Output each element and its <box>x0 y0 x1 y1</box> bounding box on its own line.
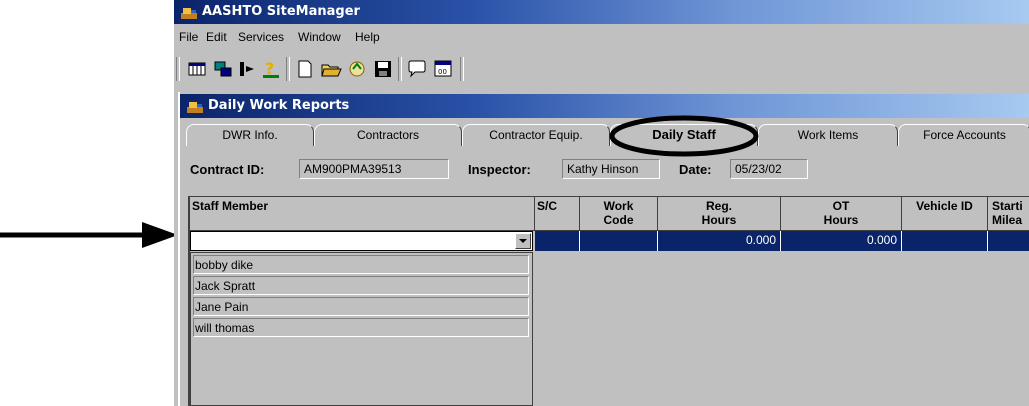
contract-id-label: Contract ID: <box>190 162 265 177</box>
network-icon[interactable] <box>212 58 234 80</box>
toolbar: ? 00 <box>174 52 1029 84</box>
new-document-icon[interactable] <box>294 58 316 80</box>
highlight-ellipse <box>609 115 759 157</box>
menu-services[interactable]: Services <box>238 30 284 44</box>
window-logo-icon <box>187 102 203 113</box>
date-field[interactable]: 05/23/02 <box>730 159 808 179</box>
save-icon[interactable] <box>372 58 394 80</box>
inspector-field[interactable]: Kathy Hinson <box>562 159 660 179</box>
comment-icon[interactable] <box>406 58 428 80</box>
cell-reg-hours[interactable]: 0.000 <box>658 231 781 251</box>
toolbar-separator <box>286 57 290 81</box>
calendar-icon[interactable]: 00 <box>432 58 454 80</box>
chevron-down-icon <box>519 239 527 243</box>
cell-ot-hours[interactable]: 0.000 <box>781 231 902 251</box>
column-header-work-code[interactable]: Work Code <box>580 197 658 231</box>
staff-member-dropdown-list: bobby dike Jack Spratt Jane Pain will th… <box>190 252 533 406</box>
toolbar-separator <box>398 57 402 81</box>
app-logo-icon <box>181 8 197 19</box>
tab-work-items[interactable]: Work Items <box>758 124 898 146</box>
svg-text:00: 00 <box>438 68 447 76</box>
dropdown-option[interactable]: Jack Spratt <box>193 276 529 295</box>
column-header-vehicle-id[interactable]: Vehicle ID <box>902 197 988 231</box>
menu-help[interactable]: Help <box>355 30 380 44</box>
tab-contractors[interactable]: Contractors <box>314 124 462 146</box>
app-window: AASHTO SiteManager File Edit Services Wi… <box>174 0 1029 406</box>
inspector-label: Inspector: <box>468 162 531 177</box>
dropdown-option[interactable]: bobby dike <box>193 255 529 274</box>
column-header-ot-hours[interactable]: OT Hours <box>781 197 902 231</box>
tab-contractor-equip[interactable]: Contractor Equip. <box>462 124 610 146</box>
open-folder-icon[interactable] <box>320 58 342 80</box>
cell-starting-mileage[interactable] <box>988 231 1029 251</box>
cell-vehicle-id[interactable] <box>902 231 988 251</box>
toolbar-grip <box>176 57 180 81</box>
transfer-icon[interactable] <box>236 58 258 80</box>
column-header-sc[interactable]: S/C <box>535 197 580 231</box>
menu-file[interactable]: File <box>179 30 198 44</box>
dropdown-option[interactable]: will thomas <box>193 318 529 337</box>
dropdown-button[interactable] <box>515 233 531 249</box>
toolbar-separator <box>460 57 464 81</box>
staff-member-combo[interactable] <box>190 231 533 251</box>
annotation-arrow-icon <box>0 222 178 248</box>
recycle-icon[interactable] <box>346 58 368 80</box>
app-title: AASHTO SiteManager <box>202 4 360 19</box>
cell-sc[interactable] <box>535 231 580 251</box>
column-header-reg-hours[interactable]: Reg. Hours <box>658 197 781 231</box>
app-title-bar[interactable]: AASHTO SiteManager <box>174 0 1029 24</box>
tab-dwr-info[interactable]: DWR Info. <box>186 124 314 146</box>
menu-bar: File Edit Services Window Help <box>174 27 1029 47</box>
cell-work-code[interactable] <box>580 231 658 251</box>
menu-edit[interactable]: Edit <box>206 30 227 44</box>
contract-id-field[interactable]: AM900PMA39513 <box>299 159 449 179</box>
child-title-bar[interactable]: Daily Work Reports <box>180 94 1029 118</box>
staff-grid: Staff Member S/C Work Code Reg. Hours OT Ho… <box>188 196 1029 406</box>
daily-work-reports-window: Daily Work Reports DWR Info. Contractors… <box>178 92 1029 406</box>
child-title: Daily Work Reports <box>208 98 350 113</box>
grid-view-icon[interactable] <box>186 58 208 80</box>
date-label: Date: <box>679 162 712 177</box>
menu-window[interactable]: Window <box>298 30 341 44</box>
dropdown-option[interactable]: Jane Pain <box>193 297 529 316</box>
column-header-starting-mileage[interactable]: Starti Milea <box>988 197 1029 231</box>
help-icon[interactable]: ? <box>260 58 282 80</box>
column-header-staff-member[interactable]: Staff Member <box>190 197 535 231</box>
tab-force-accounts[interactable]: Force Accounts <box>898 124 1029 146</box>
